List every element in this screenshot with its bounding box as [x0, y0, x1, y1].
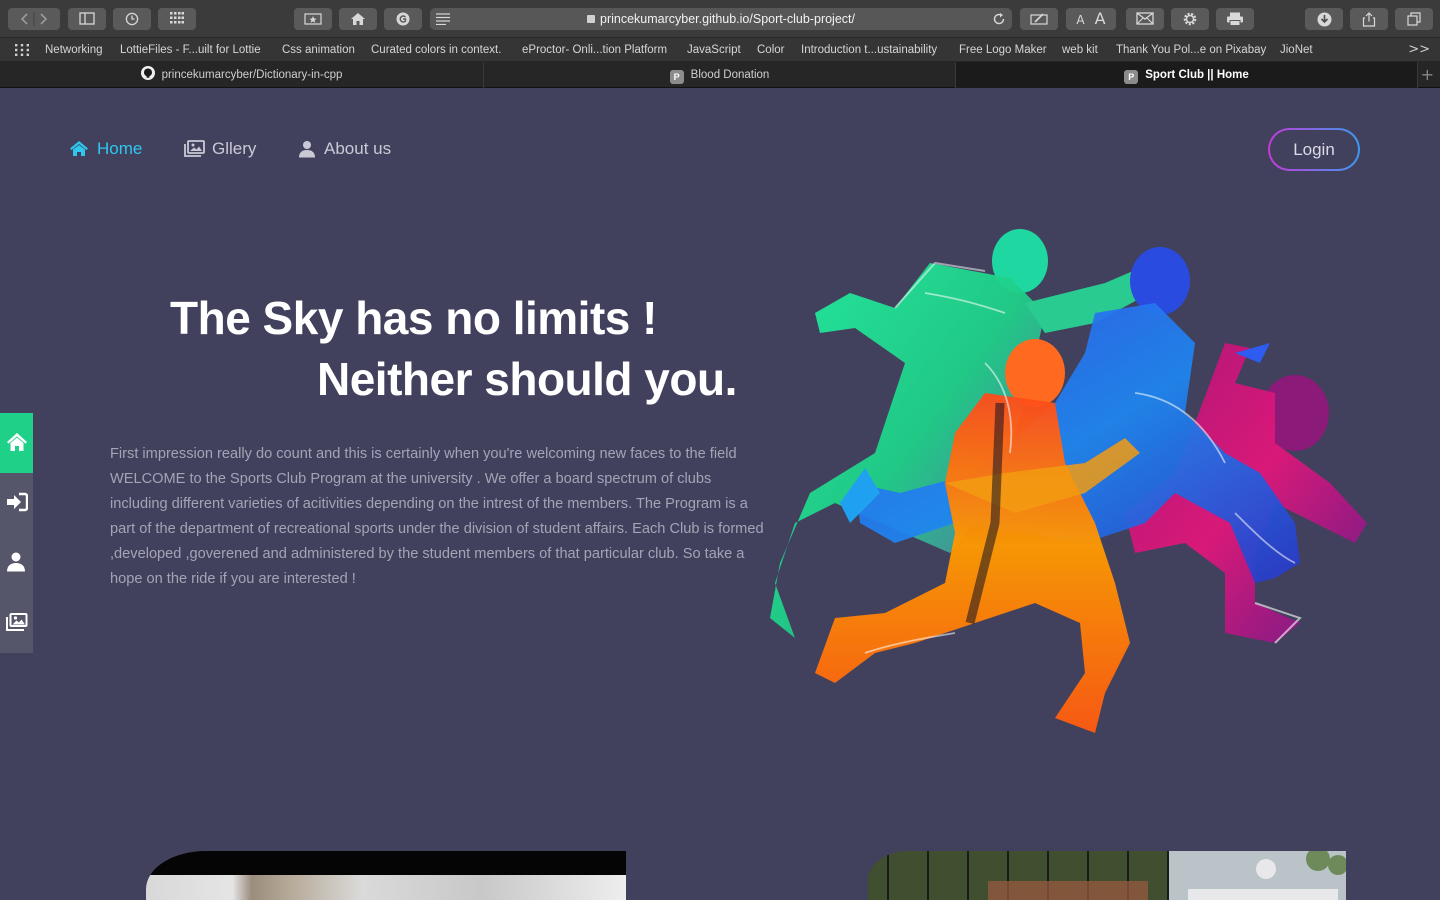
history-icon[interactable]: [113, 8, 151, 30]
sidebar-item-login[interactable]: [0, 473, 33, 533]
tab-sport-club[interactable]: P Sport Club || Home: [956, 62, 1418, 88]
nav-about-label: About us: [324, 139, 392, 158]
bookmark-item[interactable]: Color: [757, 38, 784, 62]
tab-bar: princekumarcyber/Dictionary-in-cpp P Bloo…: [0, 62, 1440, 88]
sidebar-item-home[interactable]: [0, 413, 33, 473]
lock-icon: [587, 15, 595, 23]
bookmark-item[interactable]: Free Logo Maker: [959, 38, 1047, 62]
bookmark-item[interactable]: JavaScript: [687, 38, 741, 62]
sidebar-item-gallery[interactable]: [0, 593, 33, 653]
floating-sidebar: [0, 413, 33, 653]
grammarly-icon[interactable]: [384, 8, 422, 30]
nav-about[interactable]: About us: [298, 136, 398, 162]
login-button[interactable]: Login: [1268, 128, 1360, 171]
feature-card-image-left: [146, 851, 626, 900]
bookmarks-grid-icon[interactable]: [15, 44, 29, 56]
top-sites-grid-icon[interactable]: [158, 8, 196, 30]
bookmark-item[interactable]: Curated colors in context.: [371, 38, 501, 62]
bookmark-item[interactable]: web kit: [1062, 38, 1098, 62]
bookmark-item[interactable]: JioNet: [1280, 38, 1313, 62]
sign-in-icon: [7, 492, 28, 512]
bookmark-star-icon[interactable]: [294, 8, 332, 30]
mail-icon[interactable]: [1126, 8, 1164, 30]
nav-home[interactable]: Home: [69, 136, 149, 162]
bookmark-item[interactable]: LottieFiles - F...uilt for Lottie: [120, 38, 261, 62]
feature-card-image-right: [868, 851, 1346, 900]
hero-headline-line2: Neither should you.: [317, 353, 737, 405]
text-larger-button[interactable]: A: [1095, 9, 1106, 28]
tab-dictionary[interactable]: princekumarcyber/Dictionary-in-cpp: [0, 62, 484, 88]
downloads-icon[interactable]: [1305, 8, 1343, 30]
tab-title: princekumarcyber/Dictionary-in-cpp: [161, 69, 343, 81]
bookmark-item[interactable]: Introduction t...ustainability: [801, 38, 937, 62]
browser-toolbar: princekumarcyber.github.io/Sport-club-pr…: [0, 0, 1440, 38]
more-bookmarks-chevron-icon[interactable]: >>: [1408, 42, 1430, 57]
bookmarks-bar: Networking LottieFiles - F...uilt for Lo…: [0, 38, 1440, 62]
share-icon[interactable]: [1350, 8, 1388, 30]
card-photo: [146, 875, 626, 900]
sidebar-item-about[interactable]: [0, 533, 33, 593]
url-text[interactable]: princekumarcyber.github.io/Sport-club-pr…: [600, 12, 855, 26]
hero-headline-line1: The Sky has no limits !: [170, 292, 657, 344]
bookmark-item[interactable]: Css animation: [282, 38, 355, 62]
p-favicon-icon: P: [669, 70, 684, 84]
new-tab-button[interactable]: +: [1421, 62, 1434, 88]
bookmark-item[interactable]: eProctor- Onli...tion Platform: [522, 38, 667, 62]
settings-gear-icon[interactable]: [1171, 8, 1209, 30]
bookmark-item[interactable]: Thank You Pol...e on Pixabay: [1116, 38, 1266, 62]
tab-overview-icon[interactable]: [1395, 8, 1433, 30]
print-icon[interactable]: [1216, 8, 1254, 30]
p-favicon-icon: P: [1124, 70, 1139, 84]
text-smaller-button[interactable]: A: [1076, 13, 1084, 27]
card-photo: [868, 851, 1346, 900]
nav-home-label: Home: [97, 139, 143, 158]
text-size-control[interactable]: AA: [1066, 8, 1116, 30]
github-icon: [140, 66, 155, 80]
back-forward-buttons[interactable]: [8, 8, 60, 30]
gallery-icon: [184, 140, 205, 157]
user-icon: [299, 141, 315, 158]
home-browser-icon[interactable]: [339, 8, 377, 30]
tab-title: Blood Donation: [690, 69, 770, 81]
address-bar[interactable]: princekumarcyber.github.io/Sport-club-pr…: [430, 8, 1012, 30]
home-icon: [7, 433, 27, 451]
markup-icon[interactable]: [1020, 8, 1058, 30]
gallery-icon: [6, 613, 28, 631]
nav-gallery[interactable]: Gllery: [184, 136, 264, 162]
home-icon: [70, 141, 88, 156]
sidebar-toggle-icon[interactable]: [68, 8, 106, 30]
page-content: Home Gllery About us Login The Sky has n…: [0, 88, 1440, 900]
bookmark-item[interactable]: Networking: [45, 38, 103, 62]
tab-blood-donation[interactable]: P Blood Donation: [484, 62, 956, 88]
user-icon: [7, 552, 25, 572]
reload-icon[interactable]: [992, 12, 1006, 26]
nav-gallery-label: Gllery: [212, 139, 257, 158]
tab-title: Sport Club || Home: [1145, 69, 1249, 81]
runners-illustration: [770, 229, 1367, 733]
hero-intro-text: First impression really do count and thi…: [110, 446, 764, 587]
